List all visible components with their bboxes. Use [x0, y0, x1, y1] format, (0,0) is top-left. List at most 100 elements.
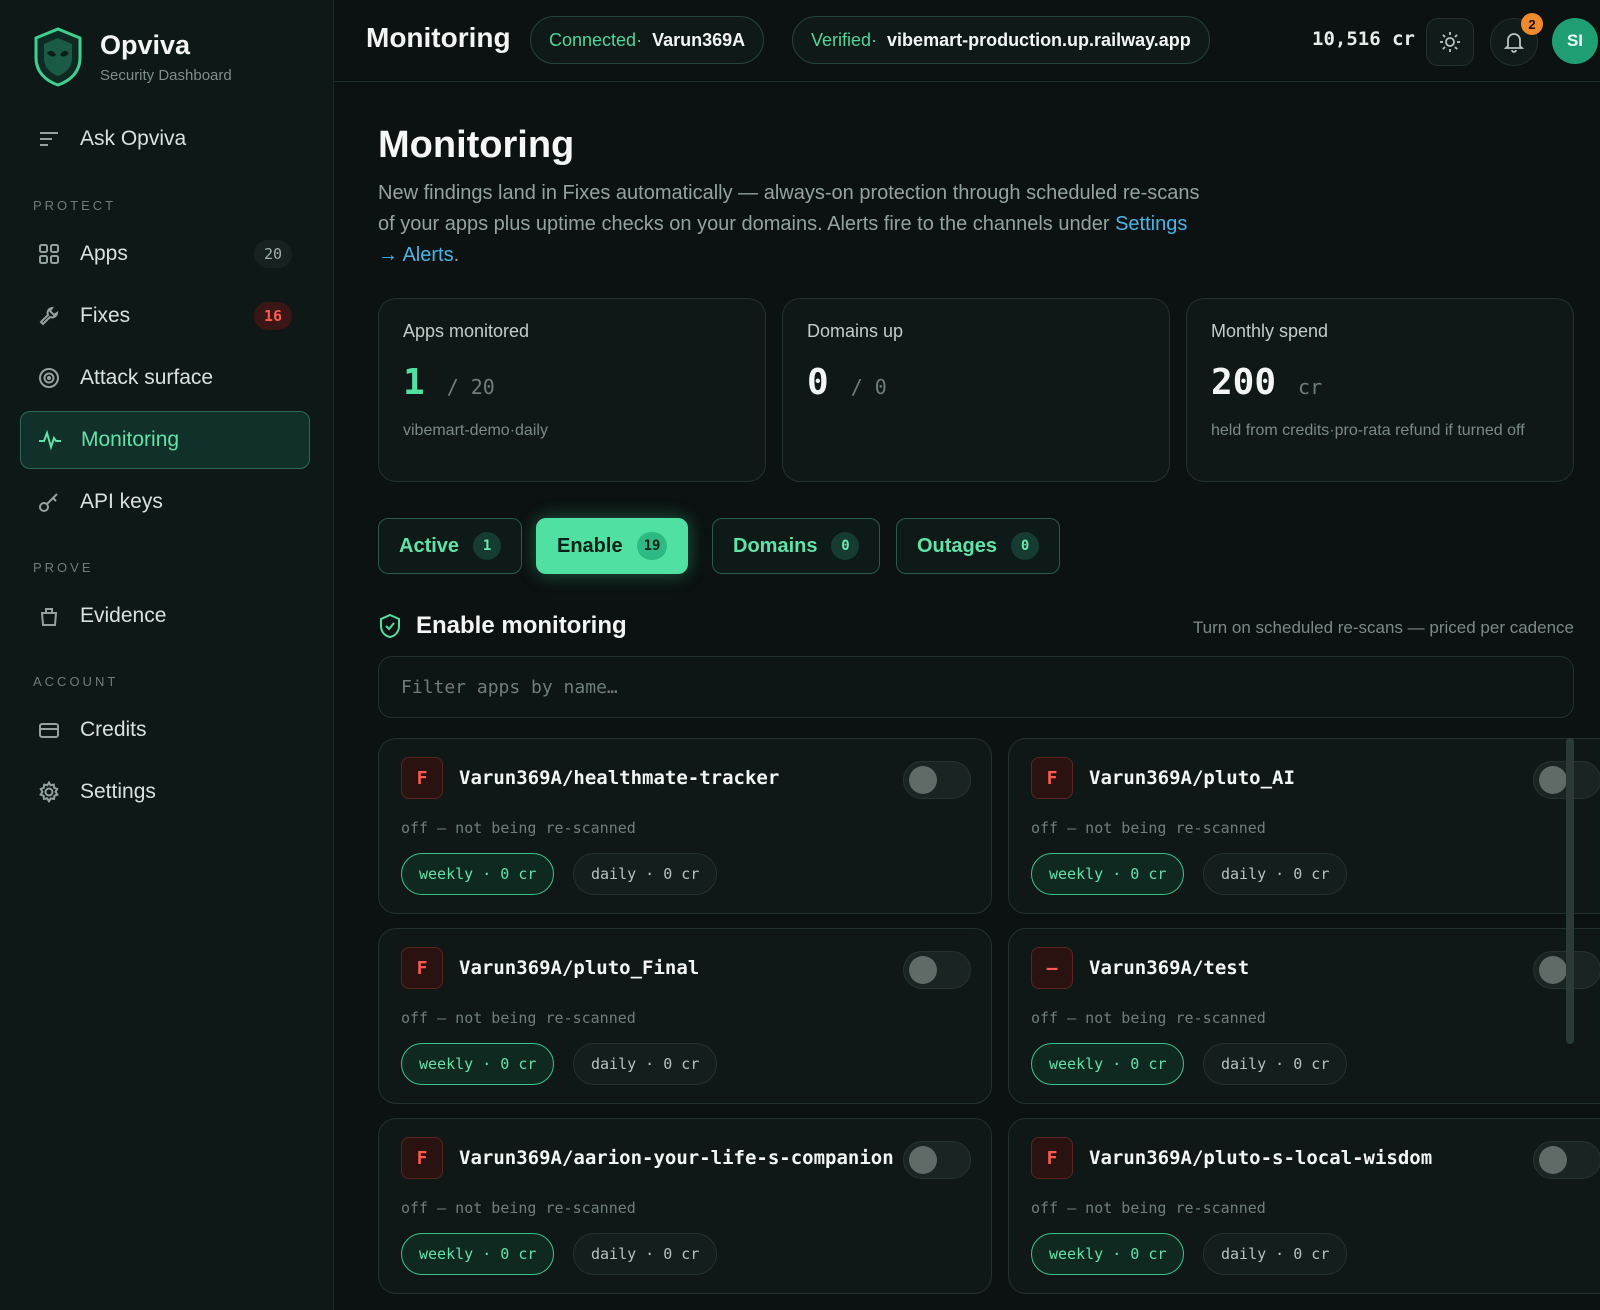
bell-icon — [1503, 33, 1525, 53]
toggle-knob — [1539, 956, 1567, 984]
tab-enable[interactable]: Enable 19 — [536, 518, 689, 574]
sidebar-item-evidence[interactable]: Evidence — [20, 587, 310, 645]
weekly-cadence-option[interactable]: weekly · 0 cr — [1031, 1233, 1185, 1275]
tab-label: Active — [399, 534, 460, 557]
credit-card-icon — [36, 717, 62, 743]
stat-card-monthly-spend: Monthly spend 200 cr held from credits·p… — [1186, 298, 1574, 482]
tab-domains[interactable]: Domains 0 — [712, 518, 881, 574]
stat-unit: cr — [1298, 375, 1323, 399]
notifications-button[interactable]: 2 — [1490, 13, 1543, 66]
sidebar-item-settings[interactable]: Settings — [20, 763, 310, 821]
sidebar-item-label: Credits — [80, 718, 147, 741]
theme-toggle-button[interactable] — [1426, 18, 1474, 66]
security-grade-badge: F — [401, 1137, 443, 1179]
filter-apps-input[interactable] — [378, 656, 1574, 718]
tab-count: 1 — [473, 532, 502, 560]
monitoring-status: off — not being re-scanned — [401, 819, 636, 837]
sidebar-item-monitoring[interactable]: Monitoring — [20, 411, 310, 469]
tab-label: Domains — [733, 534, 818, 557]
weekly-cadence-option[interactable]: weekly · 0 cr — [1031, 853, 1185, 895]
sidebar-item-credits[interactable]: Credits — [20, 701, 310, 759]
verified-label: Verified· — [811, 29, 878, 50]
weekly-cadence-option[interactable]: weekly · 0 cr — [401, 1043, 555, 1085]
target-icon — [36, 365, 62, 391]
section-label-prove: PROVE — [33, 560, 94, 575]
sidebar-item-label: Monitoring — [81, 428, 180, 451]
page-description: New findings land in Fixes automatically… — [378, 178, 1208, 271]
monitoring-toggle[interactable] — [903, 761, 971, 799]
tab-count: 0 — [831, 532, 860, 560]
security-grade-badge: — — [1031, 947, 1073, 989]
main-content: Monitoring New findings land in Fixes au… — [378, 82, 1600, 1310]
security-grade-badge: F — [401, 947, 443, 989]
weekly-cadence-option[interactable]: weekly · 0 cr — [1031, 1043, 1185, 1085]
tab-label: Enable — [557, 534, 623, 557]
menu-lines-icon — [36, 126, 62, 152]
tab-active[interactable]: Active 1 — [378, 518, 523, 574]
daily-cadence-option[interactable]: daily · 0 cr — [1203, 1043, 1348, 1085]
verified-domain: vibemart-production.up.railway.app — [887, 29, 1191, 50]
monitoring-status: off — not being re-scanned — [401, 1199, 636, 1217]
connected-account: Varun369A — [652, 29, 746, 50]
stat-total: / 0 — [850, 375, 887, 399]
app-card: F Varun369A/aarion-your-life-s-companion… — [378, 1118, 992, 1294]
grid-icon — [36, 241, 62, 267]
monitoring-toggle[interactable] — [1533, 1141, 1600, 1179]
page-title: Monitoring — [378, 124, 575, 166]
sidebar-item-apps[interactable]: Apps 20 — [20, 225, 310, 283]
connected-pill[interactable]: Connected· Varun369A — [530, 16, 765, 64]
weekly-cadence-option[interactable]: weekly · 0 cr — [401, 1233, 555, 1275]
app-card: — Varun369A/test off — not being re-scan… — [1008, 928, 1600, 1104]
weekly-cadence-option[interactable]: weekly · 0 cr — [401, 853, 555, 895]
sun-icon — [1440, 32, 1460, 52]
stat-card-apps-monitored: Apps monitored 1 / 20 vibemart-demo·dail… — [378, 298, 766, 482]
section-label-account: ACCOUNT — [33, 674, 119, 689]
app-card: F Varun369A/pluto_AI off — not being re-… — [1008, 738, 1600, 914]
toggle-knob — [1539, 766, 1567, 794]
monitoring-status: off — not being re-scanned — [1031, 1199, 1266, 1217]
security-grade-badge: F — [1031, 1137, 1073, 1179]
sidebar-item-label: Evidence — [80, 604, 167, 627]
gear-icon — [36, 779, 62, 805]
daily-cadence-option[interactable]: daily · 0 cr — [1203, 1233, 1348, 1275]
credits-balance[interactable]: 10,516 cr — [1312, 28, 1415, 50]
connected-label: Connected· — [549, 29, 643, 50]
sidebar-item-attack-surface[interactable]: Attack surface — [20, 349, 310, 407]
top-bar-title: Monitoring — [366, 22, 511, 53]
monitoring-toggle[interactable] — [903, 951, 971, 989]
shield-logo-icon — [34, 27, 82, 87]
sidebar-item-label: Ask Opviva — [80, 127, 187, 150]
section-label-protect: PROTECT — [33, 198, 117, 213]
fixes-count-badge: 16 — [254, 302, 292, 330]
scrollbar[interactable] — [1566, 738, 1574, 1044]
brand-subtitle: Security Dashboard — [100, 67, 232, 84]
top-bar: Monitoring Connected· Varun369A Verified… — [334, 0, 1600, 82]
security-grade-badge: F — [401, 757, 443, 799]
description-suffix: . — [453, 244, 460, 266]
notification-count-badge: 2 — [1521, 13, 1543, 35]
avatar[interactable]: SI — [1552, 18, 1598, 64]
sidebar-item-label: API keys — [80, 490, 163, 513]
monitoring-status: off — not being re-scanned — [1031, 819, 1266, 837]
stat-label: Monthly spend — [1211, 321, 1329, 341]
tab-count: 19 — [636, 532, 668, 560]
brand[interactable]: Opviva Security Dashboard — [32, 26, 232, 88]
verified-pill[interactable]: Verified· vibemart-production.up.railway… — [792, 16, 1210, 64]
section-header: Enable monitoring — [378, 612, 627, 640]
stat-card-domains-up: Domains up 0 / 0 — [782, 298, 1170, 482]
tab-outages[interactable]: Outages 0 — [896, 518, 1061, 574]
sidebar-item-fixes[interactable]: Fixes 16 — [20, 287, 310, 345]
daily-cadence-option[interactable]: daily · 0 cr — [573, 1233, 718, 1275]
monitoring-status: off — not being re-scanned — [401, 1009, 636, 1027]
daily-cadence-option[interactable]: daily · 0 cr — [573, 1043, 718, 1085]
sidebar-item-label: Settings — [80, 780, 156, 803]
sidebar-item-label: Fixes — [80, 304, 131, 327]
sidebar-item-ask-opviva[interactable]: Ask Opviva — [20, 110, 310, 168]
monitoring-toggle[interactable] — [903, 1141, 971, 1179]
wrench-icon — [36, 303, 62, 329]
tab-label: Outages — [917, 534, 998, 557]
sidebar-item-api-keys[interactable]: API keys — [20, 473, 310, 531]
daily-cadence-option[interactable]: daily · 0 cr — [1203, 853, 1348, 895]
activity-pulse-icon — [37, 427, 63, 453]
daily-cadence-option[interactable]: daily · 0 cr — [573, 853, 718, 895]
